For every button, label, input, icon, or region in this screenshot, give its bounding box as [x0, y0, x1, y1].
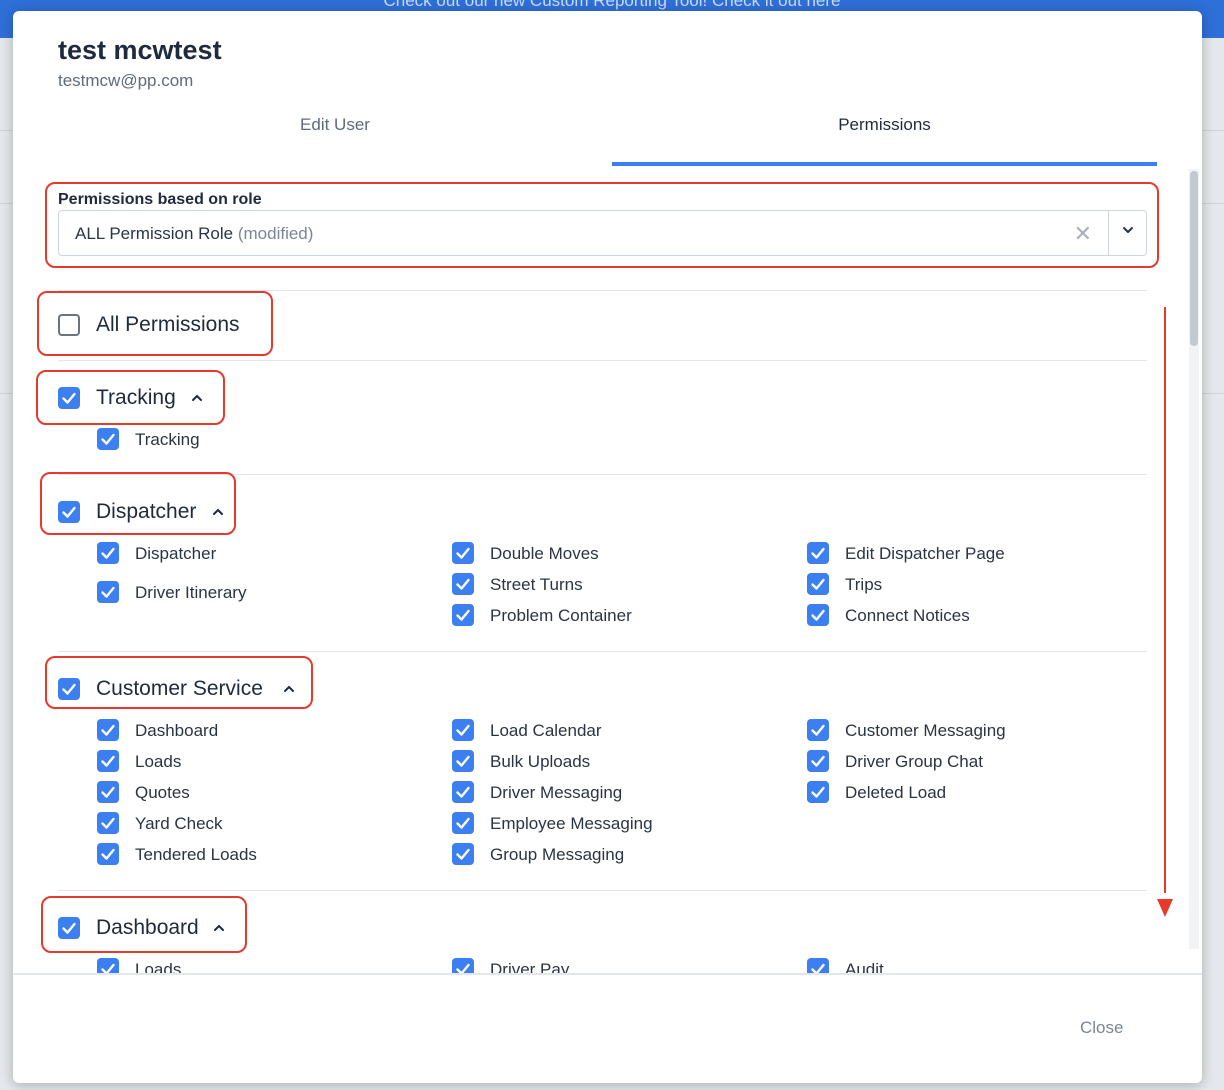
- item-checkbox[interactable]: [97, 958, 119, 973]
- item-checkbox-tracking[interactable]: [97, 428, 119, 450]
- check-icon: [811, 578, 825, 590]
- check-icon: [456, 817, 470, 829]
- item-label: Customer Messaging: [845, 721, 1006, 740]
- item-checkbox[interactable]: [97, 719, 119, 741]
- item-label: Driver Messaging: [490, 783, 623, 802]
- item-label: Tendered Loads: [135, 845, 257, 864]
- check-icon: [456, 786, 470, 798]
- item-checkbox[interactable]: [452, 719, 474, 741]
- highlight-all-permissions: [37, 291, 273, 356]
- check-icon: [456, 848, 470, 860]
- item-checkbox[interactable]: [97, 843, 119, 865]
- item-label: Driver Pay: [490, 960, 570, 973]
- user-name: test mcwtest: [58, 35, 222, 65]
- item-label: Loads: [135, 960, 182, 973]
- item-checkbox[interactable]: [807, 958, 829, 973]
- item-checkbox[interactable]: [807, 781, 829, 803]
- check-icon: [101, 817, 115, 829]
- item-label: Dispatcher: [135, 544, 217, 563]
- item-checkbox[interactable]: [452, 604, 474, 626]
- item-label: Audit: [845, 960, 884, 973]
- check-icon: [101, 547, 115, 559]
- item-label: Quotes: [135, 783, 190, 802]
- check-icon: [811, 547, 825, 559]
- item-checkbox[interactable]: [97, 542, 119, 564]
- check-icon: [101, 963, 115, 973]
- item-label: Problem Container: [490, 606, 632, 625]
- item-label: Yard Check: [135, 814, 223, 833]
- close-button[interactable]: Close: [1080, 1018, 1123, 1038]
- item-checkbox[interactable]: [97, 781, 119, 803]
- permissions-scroll-area[interactable]: Permissions based on role ALL Permission…: [13, 169, 1202, 973]
- check-icon: [456, 609, 470, 621]
- item-checkbox[interactable]: [452, 750, 474, 772]
- item-checkbox[interactable]: [97, 581, 119, 603]
- check-icon: [456, 963, 470, 973]
- item-label: Deleted Load: [845, 783, 947, 802]
- item-label: Loads: [135, 752, 182, 771]
- check-icon: [101, 433, 115, 445]
- check-icon: [456, 724, 470, 736]
- divider: [58, 890, 1147, 891]
- check-icon: [811, 755, 825, 767]
- highlight-dispatcher: [40, 472, 236, 535]
- item-checkbox[interactable]: [807, 719, 829, 741]
- check-icon: [101, 586, 115, 598]
- scroll-down-arrow: [1164, 307, 1166, 893]
- item-checkbox[interactable]: [452, 781, 474, 803]
- item-label: Tracking: [135, 430, 200, 449]
- scrollbar-thumb[interactable]: [1190, 171, 1198, 346]
- check-icon: [811, 724, 825, 736]
- check-icon: [456, 547, 470, 559]
- item-label: Driver Group Chat: [845, 752, 983, 771]
- user-permissions-modal: test mcwtest testmcw@pp.com Edit User Pe…: [13, 11, 1202, 1083]
- check-icon: [101, 848, 115, 860]
- item-label: Driver Itinerary: [135, 583, 247, 602]
- item-label: Edit Dispatcher Page: [845, 544, 1005, 563]
- item-label: Trips: [845, 575, 883, 594]
- tab-edit-user[interactable]: Edit User: [58, 108, 612, 166]
- check-icon: [101, 724, 115, 736]
- item-label: Group Messaging: [490, 845, 625, 864]
- announcement-text[interactable]: Check out our new Custom Reporting Tool!…: [383, 0, 840, 10]
- item-checkbox[interactable]: [452, 573, 474, 595]
- item-label: Bulk Uploads: [490, 752, 591, 771]
- highlight-tracking: [36, 370, 225, 425]
- check-icon: [811, 963, 825, 973]
- arrow-down-icon: [1157, 899, 1173, 917]
- check-icon: [811, 609, 825, 621]
- check-icon: [456, 578, 470, 590]
- item-label: Dashboard: [135, 721, 219, 740]
- item-label: Street Turns: [490, 575, 583, 594]
- highlight-role: [45, 182, 1159, 268]
- item-checkbox[interactable]: [807, 573, 829, 595]
- active-tab-indicator: [612, 162, 1157, 166]
- footer-divider: [13, 973, 1202, 975]
- check-icon: [101, 786, 115, 798]
- item-checkbox[interactable]: [452, 843, 474, 865]
- item-checkbox[interactable]: [97, 812, 119, 834]
- item-checkbox[interactable]: [452, 812, 474, 834]
- check-icon: [456, 755, 470, 767]
- item-checkbox[interactable]: [452, 958, 474, 973]
- highlight-customer-service: [45, 656, 313, 709]
- item-checkbox[interactable]: [97, 750, 119, 772]
- tab-permissions[interactable]: Permissions: [612, 108, 1157, 166]
- divider: [58, 651, 1147, 652]
- divider: [58, 360, 1147, 361]
- modal-tabs: Edit User Permissions: [58, 108, 1157, 166]
- check-icon: [101, 755, 115, 767]
- highlight-dashboard: [41, 896, 247, 953]
- item-checkbox[interactable]: [807, 542, 829, 564]
- item-label: Load Calendar: [490, 721, 602, 740]
- item-label: Double Moves: [490, 544, 599, 563]
- item-checkbox[interactable]: [807, 750, 829, 772]
- item-checkbox[interactable]: [452, 542, 474, 564]
- item-label: Employee Messaging: [490, 814, 653, 833]
- user-email: testmcw@pp.com: [58, 71, 194, 90]
- item-checkbox[interactable]: [807, 604, 829, 626]
- check-icon: [811, 786, 825, 798]
- item-label: Connect Notices: [845, 606, 970, 625]
